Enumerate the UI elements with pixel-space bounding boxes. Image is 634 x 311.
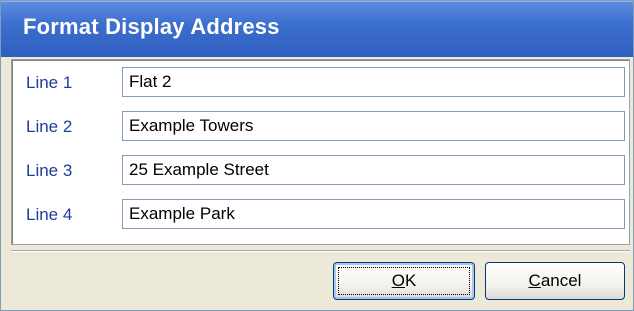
dialog-title: Format Display Address	[23, 14, 280, 39]
title-bar[interactable]: Format Display Address	[1, 1, 633, 57]
line-1-label: Line 1	[26, 73, 73, 92]
line-2-label: Line 2	[26, 117, 73, 136]
cancel-button-label-rest: ancel	[540, 271, 582, 290]
line-4-label: Line 4	[26, 205, 73, 224]
address-row-line-3: Line 3	[12, 150, 629, 194]
address-row-line-1: Line 1	[12, 62, 629, 106]
line-3-input[interactable]	[122, 155, 625, 185]
cancel-button[interactable]: Cancel	[485, 262, 625, 300]
line-4-input[interactable]	[122, 199, 625, 229]
ok-button[interactable]: OK	[333, 262, 475, 300]
button-area-divider	[11, 250, 630, 252]
address-row-line-4: Line 4	[12, 194, 629, 238]
cancel-button-mnemonic: C	[528, 271, 541, 290]
ok-button-label-rest: K	[404, 271, 417, 290]
ok-button-mnemonic: O	[391, 271, 405, 290]
line-2-input[interactable]	[122, 111, 625, 141]
line-1-input[interactable]	[122, 67, 625, 97]
line-3-label: Line 3	[26, 161, 73, 180]
address-form: Line 1 Line 2 Line 3 Line 4	[11, 59, 630, 245]
format-display-address-dialog: Format Display Address Line 1 Line 2 Lin…	[0, 0, 634, 311]
address-row-line-2: Line 2	[12, 106, 629, 150]
